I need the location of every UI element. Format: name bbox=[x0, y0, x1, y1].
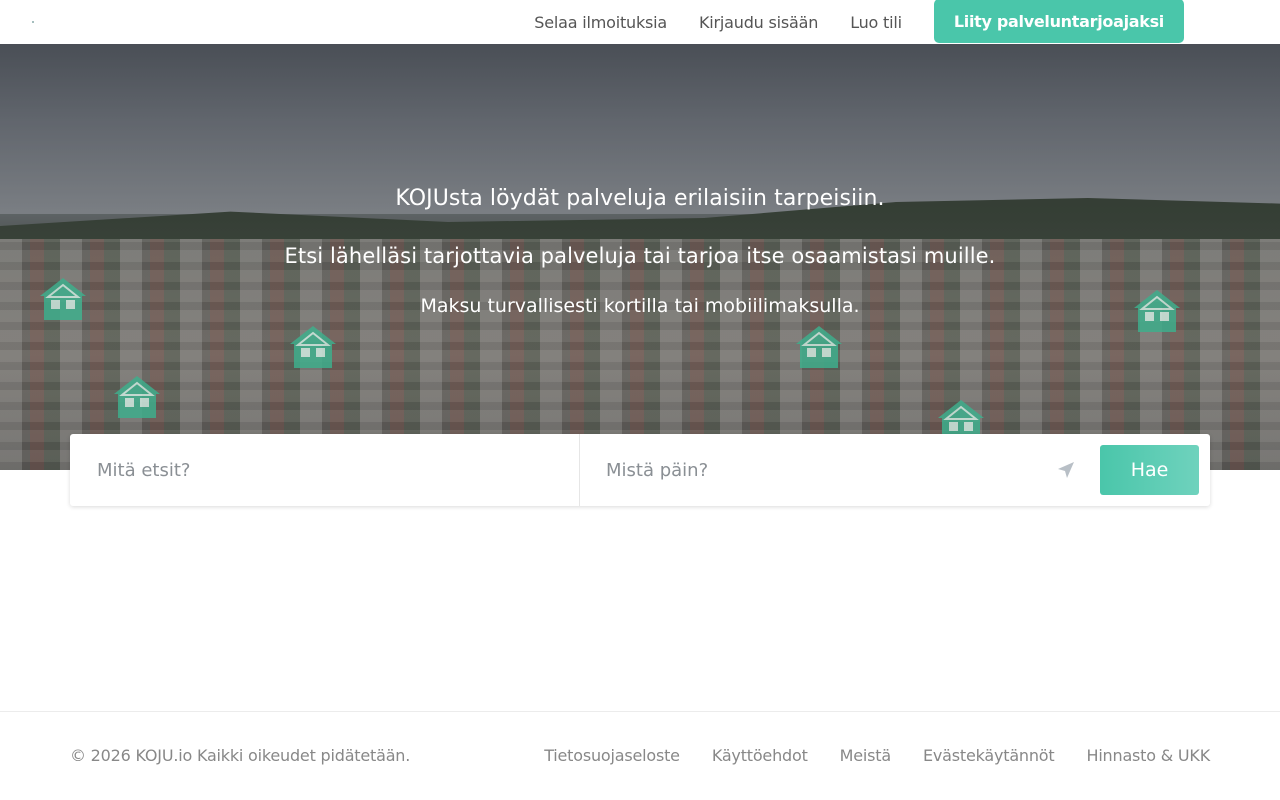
hero-banner: KOJUsta löydät palveluja erilaisiin tarp… bbox=[0, 44, 1280, 470]
main-nav: Selaa ilmoituksia Kirjaudu sisään Luo ti… bbox=[502, 0, 1184, 44]
logo[interactable] bbox=[32, 21, 34, 23]
hero-subheadline: Etsi lähelläsi tarjottavia palveluja tai… bbox=[284, 244, 996, 268]
copyright-text: © 2026 KOJU.io Kaikki oikeudet pidätetää… bbox=[70, 746, 411, 765]
footer-link-cookies[interactable]: Evästekäytännöt bbox=[923, 746, 1055, 765]
location-arrow-icon[interactable] bbox=[1056, 460, 1076, 480]
nav-browse-listings[interactable]: Selaa ilmoituksia bbox=[534, 13, 667, 32]
site-footer: © 2026 KOJU.io Kaikki oikeudet pidätetää… bbox=[0, 711, 1280, 800]
search-location-input[interactable] bbox=[580, 434, 1056, 506]
search-what-input[interactable] bbox=[70, 434, 580, 506]
hero-headline: KOJUsta löydät palveluja erilaisiin tarp… bbox=[395, 186, 885, 211]
footer-link-pricing-faq[interactable]: Hinnasto & UKK bbox=[1086, 746, 1210, 765]
nav-login[interactable]: Kirjaudu sisään bbox=[699, 13, 818, 32]
footer-link-terms[interactable]: Käyttöehdot bbox=[712, 746, 808, 765]
footer-link-about[interactable]: Meistä bbox=[840, 746, 892, 765]
house-icon bbox=[796, 326, 842, 368]
search-button[interactable]: Hae bbox=[1100, 445, 1199, 495]
house-icon bbox=[114, 376, 160, 418]
search-bar: Hae bbox=[70, 434, 1210, 506]
site-header: Selaa ilmoituksia Kirjaudu sisään Luo ti… bbox=[0, 0, 1280, 44]
hero-payment-note: Maksu turvallisesti kortilla tai mobiili… bbox=[420, 295, 860, 317]
join-provider-button[interactable]: Liity palveluntarjoajaksi bbox=[933, 0, 1184, 43]
footer-nav: Tietosuojaseloste Käyttöehdot Meistä Evä… bbox=[512, 746, 1210, 765]
house-icon bbox=[290, 326, 336, 368]
footer-link-privacy[interactable]: Tietosuojaseloste bbox=[544, 746, 680, 765]
nav-create-account[interactable]: Luo tili bbox=[850, 13, 902, 32]
